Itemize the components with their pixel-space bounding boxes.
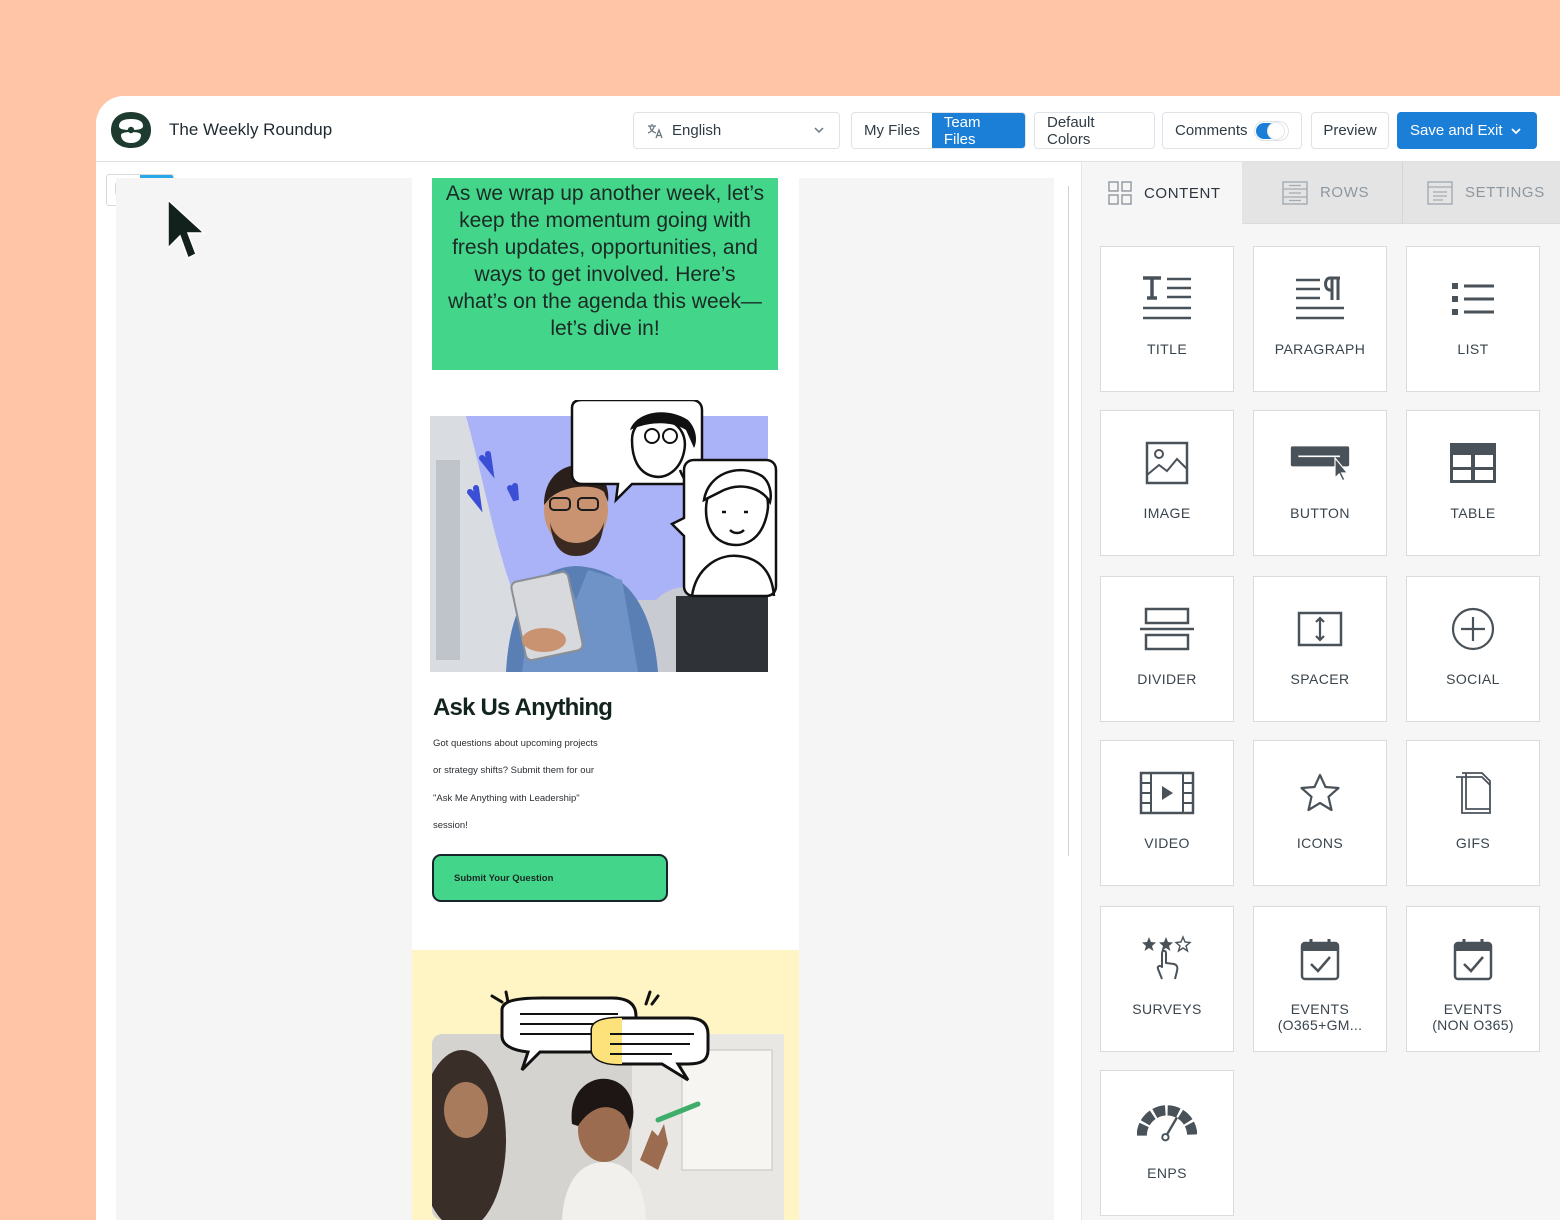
save-and-exit-button[interactable]: Save and Exit (1397, 112, 1537, 149)
tab-settings-label: SETTINGS (1465, 184, 1545, 201)
tile-label: GIFS (1455, 835, 1491, 851)
file-icon (1456, 772, 1491, 814)
chevron-down-icon[interactable] (1510, 125, 1522, 137)
plus-circle-icon (1451, 607, 1495, 651)
tab-content[interactable]: CONTENT (1082, 162, 1242, 224)
grid-icon (1108, 181, 1132, 205)
tile-label: PARAGRAPH (1274, 341, 1366, 357)
body-line: Got questions about upcoming projects (433, 738, 598, 749)
star-icon (1300, 773, 1340, 812)
button-icon (1290, 446, 1350, 482)
tile-spacer[interactable]: SPACER (1253, 576, 1387, 722)
intro-text-block[interactable]: As we wrap up another week, let’s keep t… (432, 178, 778, 370)
spacer-icon (1297, 611, 1343, 647)
body-line: "Ask Me Anything with Leadership" (433, 792, 580, 804)
tab-content-label: CONTENT (1144, 184, 1221, 202)
tile-label: LIST (1457, 341, 1489, 357)
tile-list[interactable]: LIST (1406, 246, 1540, 392)
tab-rows-label: ROWS (1320, 184, 1370, 201)
settings-icon (1427, 180, 1453, 205)
my-files-button[interactable]: My Files (852, 113, 932, 148)
tile-surveys[interactable]: SURVEYS (1100, 906, 1234, 1052)
tile-social[interactable]: SOCIAL (1406, 576, 1540, 722)
tile-video[interactable]: VIDEO (1100, 740, 1234, 886)
chevron-down-icon (814, 127, 824, 134)
calendar-check-icon (1300, 939, 1340, 981)
mouse-cursor-icon (168, 200, 206, 260)
tile-label: DIVIDER (1137, 671, 1197, 687)
brand-logo-icon[interactable] (108, 109, 154, 151)
meeting-illustration-image[interactable] (432, 990, 784, 1220)
survey-stars-icon (1142, 935, 1192, 980)
submit-question-button[interactable]: Submit Your Question (432, 854, 668, 902)
tile-label-line1: EVENTS (1290, 1001, 1350, 1017)
gauge-icon (1137, 1105, 1197, 1142)
editor-canvas: As we wrap up another week, let’s keep t… (116, 178, 1054, 1220)
translate-icon (647, 123, 663, 138)
hero-illustration-image[interactable] (426, 400, 778, 672)
save-and-exit-label: Save and Exit (1410, 122, 1503, 139)
canvas-scrollbar[interactable] (1068, 186, 1069, 856)
language-select[interactable]: English (633, 112, 840, 149)
rows-icon (1282, 180, 1308, 205)
tile-label-line2: (O365+GM... (1277, 1017, 1363, 1033)
editor-window: The Weekly Roundup English My Files Team… (96, 96, 1560, 1220)
tile-label: VIDEO (1144, 835, 1190, 851)
tile-label: TABLE (1450, 505, 1496, 521)
email-preview: As we wrap up another week, let’s keep t… (412, 178, 799, 1220)
tile-label: SPACER (1290, 671, 1350, 687)
ask-us-anything-heading[interactable]: Ask Us Anything (433, 694, 613, 722)
tile-image[interactable]: IMAGE (1100, 410, 1234, 556)
tile-button[interactable]: BUTTON (1253, 410, 1387, 556)
tile-gifs[interactable]: GIFS (1406, 740, 1540, 886)
team-files-button[interactable]: Team Files (931, 113, 1025, 148)
tile-table[interactable]: TABLE (1406, 410, 1540, 556)
paragraph-icon (1296, 276, 1344, 320)
tile-divider[interactable]: DIVIDER (1100, 576, 1234, 722)
files-segmented-control: My Files Team Files (851, 112, 1026, 149)
tile-enps[interactable]: ENPS (1100, 1070, 1234, 1216)
panel-tabs: CONTENT ROWS SETTINGS (1082, 162, 1560, 224)
tile-label-line2: (NON O365) (1432, 1017, 1514, 1033)
video-film-icon (1139, 771, 1195, 815)
ask-us-anything-body[interactable]: Got questions about upcoming projects or… (433, 730, 663, 839)
title-icon (1143, 276, 1191, 320)
comments-label: Comments (1175, 122, 1248, 139)
comments-toggle-button[interactable]: Comments (1162, 112, 1302, 149)
list-icon (1452, 283, 1494, 315)
document-title[interactable]: The Weekly Roundup (169, 120, 332, 140)
tile-icons[interactable]: ICONS (1253, 740, 1387, 886)
divider-icon (1140, 607, 1194, 651)
yellow-content-section (412, 950, 799, 1220)
tab-settings[interactable]: SETTINGS (1403, 162, 1560, 224)
content-panel: CONTENT ROWS SETTINGS TITLE PARAGRAPH LI… (1068, 162, 1560, 1220)
table-icon (1450, 443, 1496, 483)
language-value: English (672, 122, 722, 139)
tile-label: IMAGE (1143, 505, 1191, 521)
tile-label: SURVEYS (1132, 1001, 1202, 1017)
top-bar: The Weekly Roundup English My Files Team… (96, 96, 1560, 162)
image-icon (1145, 441, 1189, 485)
default-colors-button[interactable]: Default Colors (1034, 112, 1155, 149)
body-line: or strategy shifts? Submit them for our (433, 765, 595, 777)
calendar-check-icon (1453, 939, 1493, 981)
preview-button[interactable]: Preview (1311, 112, 1389, 149)
tile-events-non-o365[interactable]: EVENTS (NON O365) (1406, 906, 1540, 1052)
tile-label: TITLE (1146, 341, 1188, 357)
body-line: session! (433, 819, 468, 831)
tile-label: ENPS (1147, 1165, 1187, 1181)
tile-label: BUTTON (1290, 505, 1350, 521)
tab-rows[interactable]: ROWS (1242, 162, 1403, 224)
tile-title[interactable]: TITLE (1100, 246, 1234, 392)
tile-label: ICONS (1296, 835, 1344, 851)
tile-events-o365-gmail[interactable]: EVENTS (O365+GM... (1253, 906, 1387, 1052)
tile-label-line1: EVENTS (1443, 1001, 1503, 1017)
tile-paragraph[interactable]: PARAGRAPH (1253, 246, 1387, 392)
tile-label: SOCIAL (1446, 671, 1500, 687)
comments-toggle[interactable] (1253, 120, 1289, 141)
